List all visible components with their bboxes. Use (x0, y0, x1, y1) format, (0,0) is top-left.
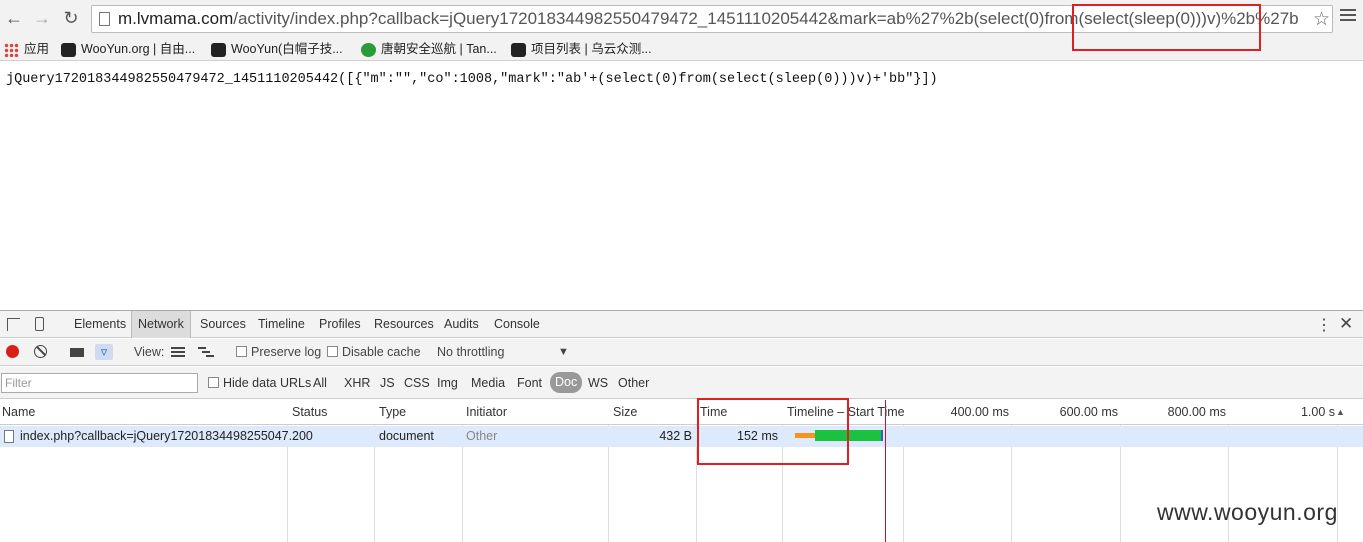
cell-type: document (379, 429, 434, 443)
clear-icon[interactable] (34, 345, 47, 358)
page-icon (99, 12, 110, 26)
filter-input[interactable] (1, 373, 198, 393)
filter-all[interactable]: All (313, 367, 327, 399)
network-toolbar: ▿ View: Preserve log Disable cache No th… (0, 339, 1363, 366)
response-body: jQuery172018344982550479472_145111020544… (6, 72, 938, 87)
close-icon[interactable]: ✕ (1339, 314, 1353, 334)
bookmark-star-icon[interactable]: ☆ (1313, 8, 1330, 31)
capture-screenshots-icon[interactable] (70, 348, 84, 357)
document-icon (4, 430, 14, 443)
back-arrow-icon[interactable]: ← (4, 8, 24, 28)
wooyun-logo-icon (211, 42, 226, 57)
disable-cache-label: Disable cache (342, 345, 421, 359)
tab-audits[interactable]: Audits (444, 311, 479, 338)
cell-size: 432 B (659, 429, 692, 443)
bookmark-label: WooYun(白帽子技... (231, 42, 343, 56)
bookmark-wooyun-whitehat[interactable]: WooYun(白帽子技... (211, 40, 343, 58)
preserve-log-label: Preserve log (251, 345, 322, 359)
tab-sources[interactable]: Sources (200, 311, 246, 338)
table-header: Name Status Type Initiator Size Time Tim… (0, 400, 1363, 425)
header-size[interactable]: Size (613, 400, 637, 425)
timeline-tick: 1.00 s (1300, 405, 1335, 419)
tab-timeline[interactable]: Timeline (258, 311, 305, 338)
header-type[interactable]: Type (379, 400, 406, 425)
devtools-tab-bar: Elements Network Sources Timeline Profil… (0, 311, 1363, 338)
filter-js[interactable]: JS (380, 367, 395, 399)
view-label: View: (134, 345, 165, 359)
table-row[interactable]: index.php?callback=jQuery172018344982550… (0, 426, 1363, 447)
timing-bar-end (881, 430, 883, 441)
reload-icon[interactable]: ↻ (61, 8, 81, 28)
filter-other[interactable]: Other (618, 367, 649, 399)
sort-arrow-icon[interactable]: ▲ (1336, 400, 1345, 425)
cell-initiator: Other (466, 429, 498, 443)
filter-xhr[interactable]: XHR (344, 367, 370, 399)
filter-bar: Hide data URLs All XHR JS CSS Img Media … (0, 367, 1363, 399)
inspect-element-icon[interactable] (7, 318, 20, 331)
browser-menu-icon[interactable] (1340, 9, 1356, 23)
timeline-tick: 600.00 ms (1059, 405, 1118, 419)
waterfall-view-icon[interactable] (198, 347, 214, 357)
disable-cache-checkbox[interactable]: Disable cache (327, 339, 421, 366)
checkbox-icon (327, 346, 338, 357)
more-options-icon[interactable]: ⋮ (1316, 315, 1332, 335)
url-host: m.lvmama.com (118, 9, 234, 28)
bookmark-wooyun[interactable]: WooYun.org | 自由... (61, 40, 195, 58)
throttling-select[interactable]: No throttling (437, 339, 504, 366)
header-name[interactable]: Name (2, 400, 35, 425)
checkbox-icon (236, 346, 247, 357)
filter-css[interactable]: CSS (404, 367, 430, 399)
cloud-logo-icon (361, 42, 376, 57)
forward-arrow-icon[interactable]: → (32, 8, 52, 28)
filter-ws[interactable]: WS (588, 367, 608, 399)
preserve-log-checkbox[interactable]: Preserve log (236, 339, 321, 366)
tab-profiles[interactable]: Profiles (319, 311, 361, 338)
bookmark-projects[interactable]: 项目列表 | 乌云众测... (511, 40, 652, 58)
dropdown-arrow-icon[interactable]: ▼ (558, 339, 569, 366)
bookmark-label: 应用 (24, 42, 50, 56)
bookmark-label: 项目列表 | 乌云众测... (531, 42, 652, 56)
tab-console[interactable]: Console (494, 311, 540, 338)
bookmark-label: WooYun.org | 自由... (81, 42, 196, 56)
filter-doc[interactable]: Doc (550, 372, 583, 393)
url-highlight-box (1072, 4, 1261, 51)
bookmark-label: 唐朝安全巡航 | Tan... (381, 42, 497, 56)
cell-status: 200 (292, 429, 313, 443)
device-mode-icon[interactable] (35, 317, 44, 331)
bookmark-apps[interactable]: 应用 (4, 40, 49, 58)
hide-data-urls-checkbox[interactable]: Hide data URLs (208, 367, 311, 399)
record-icon[interactable] (6, 345, 19, 358)
tab-resources[interactable]: Resources (374, 311, 434, 338)
time-highlight-box (697, 398, 849, 465)
filter-img[interactable]: Img (437, 367, 458, 399)
tab-network[interactable]: Network (131, 311, 191, 338)
filter-font[interactable]: Font (517, 367, 542, 399)
checkbox-icon (208, 377, 219, 388)
cell-name: index.php?callback=jQuery172018344982550… (20, 429, 300, 443)
watermark: www.wooyun.org (1157, 499, 1338, 525)
bookmark-tangchao[interactable]: 唐朝安全巡航 | Tan... (361, 40, 497, 58)
filter-icon[interactable]: ▿ (95, 344, 113, 360)
header-initiator[interactable]: Initiator (466, 400, 507, 425)
hide-data-urls-label: Hide data URLs (223, 376, 312, 390)
wooyun-logo-icon (61, 42, 76, 57)
timeline-tick: 400.00 ms (950, 405, 1009, 419)
list-view-icon[interactable] (171, 347, 185, 357)
wooyun-logo-icon (511, 42, 526, 57)
header-status[interactable]: Status (292, 400, 327, 425)
filter-media[interactable]: Media (471, 367, 505, 399)
apps-grid-icon (4, 42, 19, 57)
tab-elements[interactable]: Elements (74, 311, 126, 338)
load-event-line (885, 400, 886, 542)
timeline-tick: 800.00 ms (1167, 405, 1226, 419)
